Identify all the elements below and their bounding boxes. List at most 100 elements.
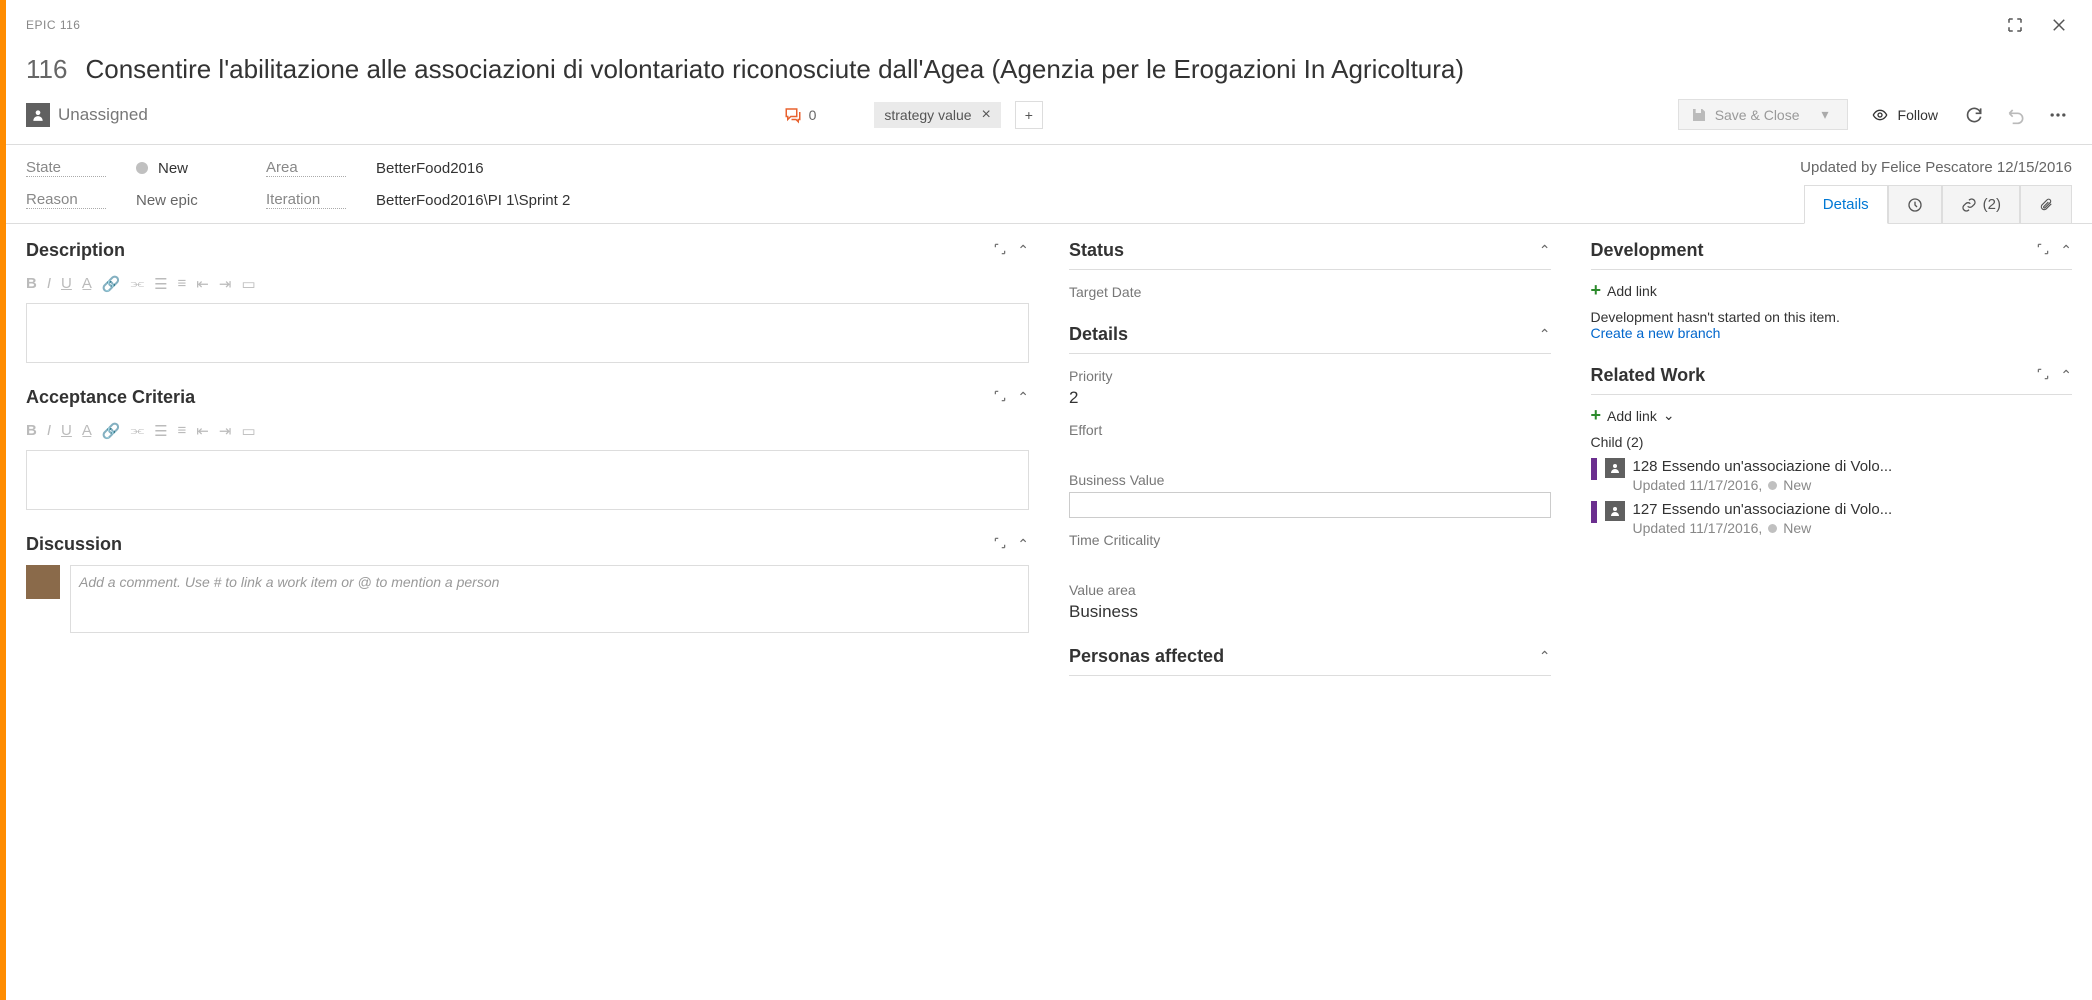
dev-empty-text: Development hasn't started on this item. [1591,309,2073,325]
font-icon[interactable]: A̲ [82,422,92,440]
expand-icon[interactable] [2036,367,2050,384]
add-tag-button[interactable]: + [1015,101,1043,129]
bullet-list-icon[interactable]: ☰ [154,275,167,293]
comment-count[interactable]: 0 [783,106,817,124]
underline-icon[interactable]: U [61,422,72,440]
chevron-up-icon[interactable]: ⌃ [1539,326,1551,343]
rte-toolbar: B I U A̲ 🔗 ⫘ ☰ ≡ ⇤ ⇥ ▭ [26,269,1029,299]
reason-value[interactable]: New epic [136,192,198,209]
plus-icon: + [1591,280,1602,301]
add-related-link-button[interactable]: + Add link ⌄ [1591,405,2073,426]
indent-icon[interactable]: ⇥ [219,422,232,440]
state-label: State [26,159,106,177]
tab-links[interactable]: (2) [1942,185,2020,223]
value-area-label: Value area [1069,582,1551,598]
child-work-item[interactable]: 127 Essendo un'associazione di Volo... U… [1591,501,2073,536]
unassigned-avatar-icon [1605,501,1625,521]
number-list-icon[interactable]: ≡ [178,275,187,293]
more-icon[interactable] [2044,101,2072,129]
tab-history[interactable] [1888,185,1942,223]
add-dev-link-button[interactable]: + Add link [1591,280,2073,301]
bold-icon[interactable]: B [26,422,37,440]
italic-icon[interactable]: I [47,422,51,440]
follow-button[interactable]: Follow [1862,103,1946,127]
assignee-field[interactable]: Unassigned [26,103,148,127]
italic-icon[interactable]: I [47,275,51,293]
image-icon[interactable]: ▭ [241,275,255,293]
plus-icon: + [1591,405,1602,426]
save-icon [1691,107,1707,123]
acceptance-heading: Acceptance Criteria [26,387,195,408]
font-icon[interactable]: A̲ [82,275,92,293]
number-list-icon[interactable]: ≡ [178,422,187,440]
link-icon[interactable]: 🔗 [102,275,121,293]
chevron-down-icon: ⌄ [1663,407,1675,424]
priority-value[interactable]: 2 [1069,388,1551,408]
rte-toolbar: B I U A̲ 🔗 ⫘ ☰ ≡ ⇤ ⇥ ▭ [26,416,1029,446]
maximize-icon[interactable] [2002,12,2028,38]
unlink-icon[interactable]: ⫘ [131,275,145,293]
underline-icon[interactable]: U [61,275,72,293]
description-input[interactable] [26,303,1029,363]
time-criticality-label: Time Criticality [1069,532,1551,548]
user-avatar [26,565,60,599]
state-value[interactable]: New [158,160,188,177]
indent-icon[interactable]: ⇥ [219,275,232,293]
attachment-icon [2039,197,2053,213]
state-dot-icon [136,162,148,174]
chevron-up-icon[interactable]: ⌃ [1539,242,1551,259]
reason-label: Reason [26,191,106,209]
acceptance-input[interactable] [26,450,1029,510]
value-area-value[interactable]: Business [1069,602,1551,622]
comment-input[interactable]: Add a comment. Use # to link a work item… [70,565,1029,633]
create-branch-link[interactable]: Create a new branch [1591,325,2073,341]
business-value-input[interactable] [1069,492,1551,518]
chevron-up-icon[interactable]: ⌃ [1017,536,1029,553]
comment-icon [783,106,803,124]
unassigned-avatar-icon [1605,458,1625,478]
epic-id: 116 [26,54,67,85]
expand-icon[interactable] [993,536,1007,553]
chevron-up-icon[interactable]: ⌃ [1017,389,1029,406]
expand-icon[interactable] [993,242,1007,259]
link-icon [1961,197,1977,213]
chevron-up-icon[interactable]: ⌃ [2060,367,2072,384]
eye-icon [1870,107,1890,123]
business-value-label: Business Value [1069,472,1551,488]
epic-title[interactable]: Consentire l'abilitazione alle associazi… [85,54,1464,85]
details-heading: Details [1069,324,1128,345]
discussion-heading: Discussion [26,534,122,555]
bullet-list-icon[interactable]: ☰ [154,422,167,440]
area-value[interactable]: BetterFood2016 [376,160,484,177]
undo-icon[interactable] [2002,101,2030,129]
chevron-up-icon[interactable]: ⌃ [1539,648,1551,665]
chevron-up-icon[interactable]: ⌃ [2060,242,2072,259]
tab-attachments[interactable] [2020,185,2072,223]
outdent-icon[interactable]: ⇤ [196,422,209,440]
outdent-icon[interactable]: ⇤ [196,275,209,293]
description-heading: Description [26,240,125,261]
image-icon[interactable]: ▭ [241,422,255,440]
development-heading: Development [1591,240,1704,261]
tag-strategy-value[interactable]: strategy value × [874,102,1001,128]
iteration-label: Iteration [266,191,346,209]
save-close-button[interactable]: Save & Close ▾ [1678,99,1848,130]
tab-details[interactable]: Details [1804,185,1888,224]
refresh-icon[interactable] [1960,101,1988,129]
expand-icon[interactable] [993,389,1007,406]
close-icon[interactable] [2046,12,2072,38]
area-label: Area [266,159,346,177]
child-work-item[interactable]: 128 Essendo un'associazione di Volo... U… [1591,458,2073,493]
chevron-up-icon[interactable]: ⌃ [1017,242,1029,259]
updated-by: Updated by Felice Pescatore 12/15/2016 [1800,159,2072,176]
target-date-label: Target Date [1069,284,1551,300]
link-icon[interactable]: 🔗 [102,422,121,440]
unassigned-avatar-icon [26,103,50,127]
expand-icon[interactable] [2036,242,2050,259]
state-dot-icon [1768,524,1777,533]
tag-remove-icon[interactable]: × [982,106,991,124]
bold-icon[interactable]: B [26,275,37,293]
chevron-down-icon[interactable]: ▾ [1822,106,1829,123]
iteration-value[interactable]: BetterFood2016\PI 1\Sprint 2 [376,192,570,209]
unlink-icon[interactable]: ⫘ [131,422,145,440]
